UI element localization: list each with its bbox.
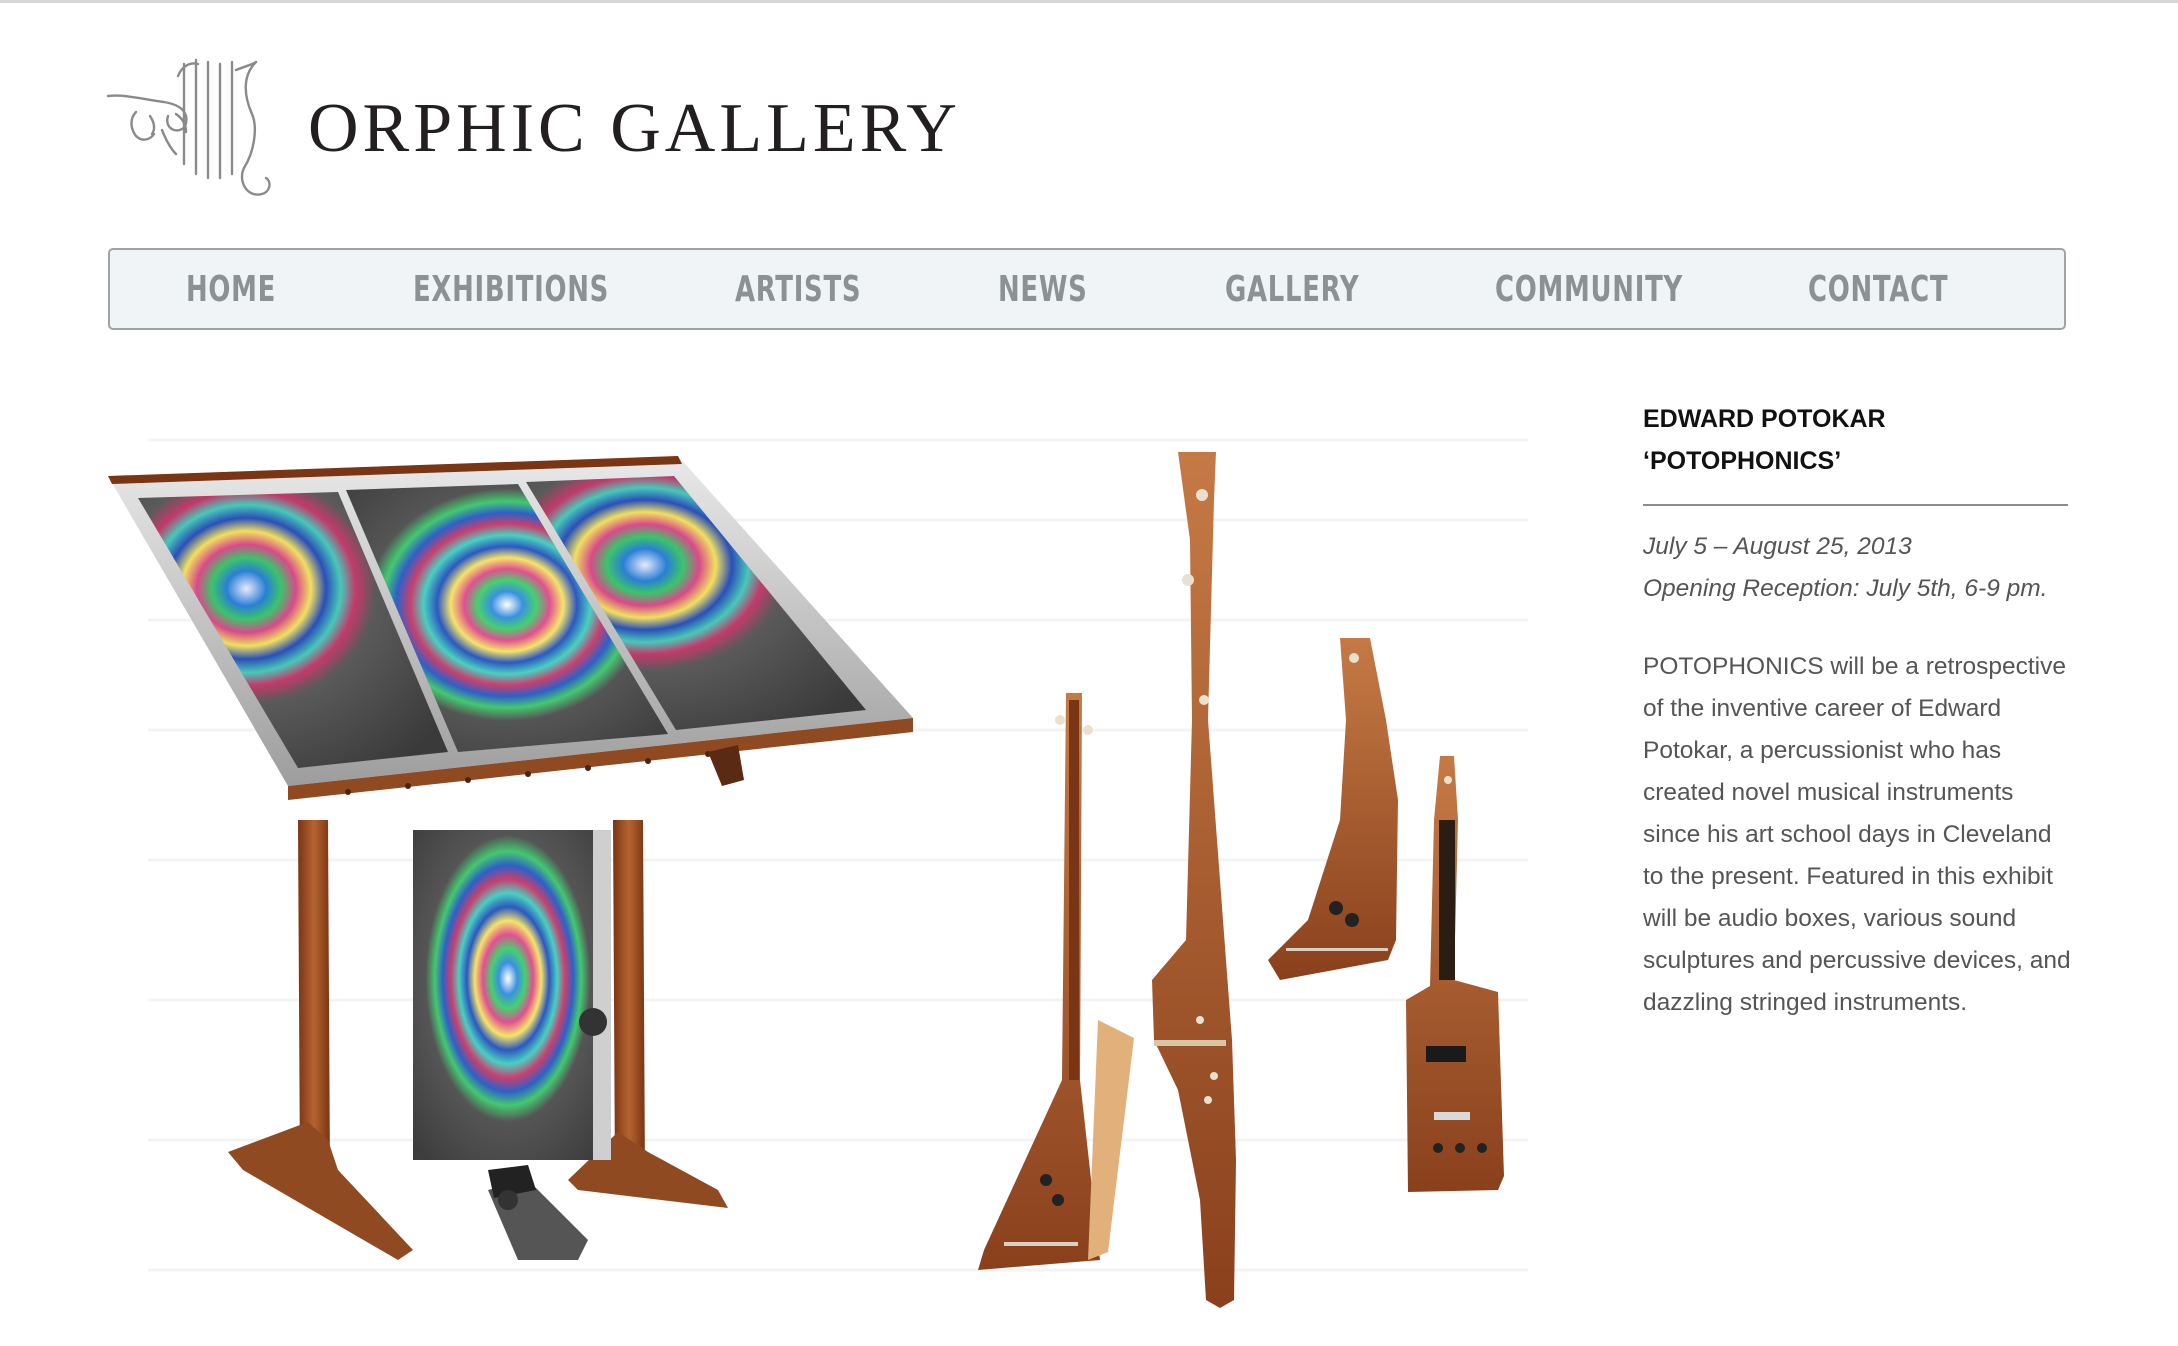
nav-gallery[interactable]: GALLERY (1225, 250, 1359, 328)
nav-artists[interactable]: ARTISTS (735, 250, 861, 328)
nav-home[interactable]: HOME (186, 250, 276, 328)
nav-contact[interactable]: CONTACT (1808, 250, 1948, 328)
description-line: will be audio boxes, various sound (1643, 905, 2017, 932)
instrument-photo (108, 400, 1570, 1310)
exhibition-dates: July 5 – August 25, 2013 Opening Recepti… (1643, 526, 2068, 610)
description-line: to the present. Featured in this exhibit (1643, 863, 2053, 890)
description-line: created novel musical instruments (1643, 779, 2014, 806)
exhibition-info: EDWARD POTOKAR ‘POTOPHONICS’ July 5 – Au… (1643, 398, 2071, 1024)
lyre-hand-logo-icon (106, 56, 274, 202)
nav-news[interactable]: NEWS (998, 250, 1088, 328)
divider (1643, 504, 2068, 506)
description-line: Potokar, a percussionist who has (1643, 737, 2002, 764)
site-logo[interactable]: ORPHIC GALLERY (106, 56, 957, 202)
nav-community[interactable]: COMMUNITY (1495, 250, 1683, 328)
exhibition-title-line: ‘POTOPHONICS’ (1643, 447, 1842, 475)
description-line: sculptures and percussive devices, and (1643, 947, 2071, 974)
nav-exhibitions[interactable]: EXHIBITIONS (413, 250, 609, 328)
description-line: dazzling stringed instruments. (1643, 989, 1968, 1016)
exhibition-title: EDWARD POTOKAR ‘POTOPHONICS’ (1643, 398, 2068, 482)
main-nav: HOME EXHIBITIONS ARTISTS NEWS GALLERY CO… (108, 248, 2066, 330)
description-line: of the inventive career of Edward (1643, 695, 2002, 722)
date-line: Opening Reception: July 5th, 6-9 pm. (1643, 575, 2048, 602)
date-line: July 5 – August 25, 2013 (1643, 533, 1912, 560)
description-line: POTOPHONICS will be a retrospective (1643, 653, 2066, 680)
top-border (0, 0, 2178, 3)
site-title: ORPHIC GALLERY (308, 90, 961, 167)
exhibition-title-line: EDWARD POTOKAR (1643, 405, 1886, 433)
description-line: since his art school days in Cleveland (1643, 821, 2052, 848)
exhibition-description: POTOPHONICS will be a retrospective of t… (1643, 646, 2071, 1024)
